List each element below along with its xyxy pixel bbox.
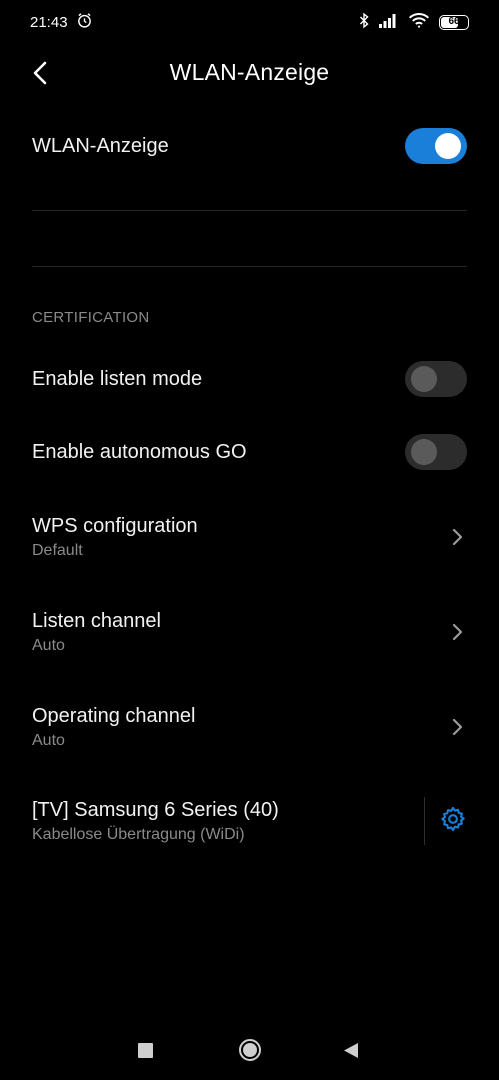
divider: [32, 266, 467, 267]
gear-icon[interactable]: [439, 805, 467, 838]
alarm-clock-icon: [76, 12, 93, 33]
operating-channel-row[interactable]: Operating channel Auto: [32, 701, 467, 753]
header: WLAN-Anzeige: [0, 44, 499, 100]
square-icon: [138, 1042, 153, 1058]
listen-mode-label: Enable listen mode: [32, 367, 203, 390]
wps-configuration-row[interactable]: WPS configuration Default: [32, 511, 467, 563]
cellular-signal-icon: [379, 13, 399, 32]
listen-channel-value: Auto: [32, 636, 65, 654]
listen-channel-row[interactable]: Listen channel Auto: [32, 606, 467, 658]
page-title: WLAN-Anzeige: [169, 58, 330, 85]
wlan-display-toggle[interactable]: [405, 128, 467, 164]
battery-level: 66: [448, 16, 460, 27]
back-nav-button[interactable]: [343, 1038, 359, 1062]
toggle-knob: [435, 133, 461, 159]
divider: [32, 210, 467, 211]
wps-configuration-value: Default: [32, 541, 83, 559]
circle-icon: [239, 1039, 261, 1061]
status-bar: 21:43 66: [0, 0, 499, 44]
triangle-back-icon: [344, 1042, 358, 1058]
toggle-knob: [411, 439, 437, 465]
device-text: [TV] Samsung 6 Series (40) Kabellose Übe…: [32, 799, 279, 844]
chevron-right-icon: [447, 527, 467, 547]
listen-mode-toggle[interactable]: [405, 361, 467, 397]
section-header-certification: CERTIFICATION: [32, 309, 150, 326]
wps-configuration-text: WPS configuration Default: [32, 515, 198, 560]
device-name: [TV] Samsung 6 Series (40): [32, 798, 279, 821]
bluetooth-icon: [358, 12, 370, 33]
device-status: Kabellose Übertragung (WiDi): [32, 825, 245, 843]
wifi-icon: [408, 12, 430, 32]
status-right: 66: [358, 12, 469, 33]
autonomous-go-row[interactable]: Enable autonomous GO: [32, 432, 467, 472]
screen: 21:43 66 WLAN-Anzeige WLAN-Anzeige CERTI…: [0, 0, 499, 1080]
operating-channel-text: Operating channel Auto: [32, 705, 195, 750]
autonomous-go-label: Enable autonomous GO: [32, 440, 247, 463]
vertical-divider: [424, 797, 425, 845]
battery-indicator: 66: [439, 14, 469, 30]
operating-channel-value: Auto: [32, 731, 65, 749]
chevron-left-icon: [33, 61, 47, 85]
recent-apps-button[interactable]: [138, 1038, 153, 1062]
wps-configuration-label: WPS configuration: [32, 514, 198, 537]
chevron-right-icon: [447, 622, 467, 642]
toggle-knob: [411, 366, 437, 392]
status-time: 21:43: [30, 13, 68, 31]
listen-mode-row[interactable]: Enable listen mode: [32, 359, 467, 399]
home-button[interactable]: [238, 1038, 262, 1062]
chevron-right-icon: [447, 717, 467, 737]
listen-channel-text: Listen channel Auto: [32, 610, 161, 655]
wlan-display-row[interactable]: WLAN-Anzeige: [32, 126, 467, 166]
autonomous-go-toggle[interactable]: [405, 434, 467, 470]
device-settings: [424, 797, 467, 845]
device-row[interactable]: [TV] Samsung 6 Series (40) Kabellose Übe…: [32, 795, 467, 847]
navigation-bar: [0, 1020, 499, 1080]
status-left: 21:43: [30, 12, 93, 33]
listen-channel-label: Listen channel: [32, 609, 161, 632]
back-button[interactable]: [24, 56, 58, 90]
operating-channel-label: Operating channel: [32, 704, 196, 727]
wlan-display-label: WLAN-Anzeige: [32, 134, 169, 157]
